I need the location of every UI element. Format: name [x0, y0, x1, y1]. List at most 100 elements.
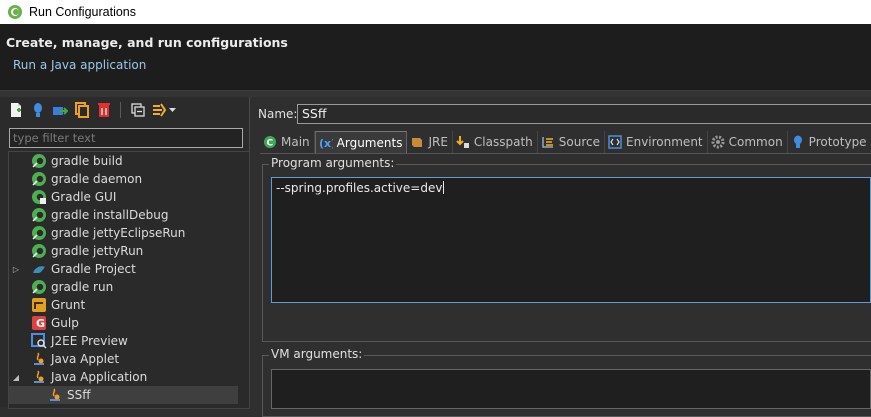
toolbar-separator	[120, 102, 121, 118]
gradle-icon	[32, 154, 46, 168]
tree-item-gradle-jettyeclipserun[interactable]: gradle jettyEclipseRun	[31, 224, 249, 242]
tree-item-gradle-build[interactable]: gradle build	[31, 152, 249, 170]
prototype-tab-icon	[793, 135, 802, 148]
tab-label: Classpath	[473, 135, 533, 149]
vm-arguments-textarea[interactable]	[271, 369, 871, 409]
tree-item-gradle-installdebug[interactable]: gradle installDebug	[31, 206, 249, 224]
delete-icon	[97, 103, 110, 117]
tree-item-grunt[interactable]: Grunt	[31, 296, 249, 314]
tab-label: Prototype	[808, 135, 867, 149]
program-arguments-text: --spring.profiles.active=dev	[276, 181, 445, 195]
tab-prototype[interactable]: Prototype	[788, 131, 871, 153]
expand-arrow-icon[interactable]: ▷	[11, 265, 21, 274]
tab-label: Environment	[626, 135, 703, 149]
text-caret	[443, 181, 445, 194]
tab-label: Main	[281, 135, 310, 149]
tree-item-gradle-daemon[interactable]: gradle daemon	[31, 170, 249, 188]
tab-environment[interactable]: Environment	[605, 131, 708, 153]
vm-arguments-label: VM arguments:	[269, 347, 365, 361]
tree-item-label: gradle run	[51, 280, 114, 294]
java-application-icon	[34, 370, 44, 383]
classpath-tab-icon	[456, 136, 469, 148]
tree-item-label: Java Application	[51, 370, 148, 384]
tree-item-label: SSff	[67, 388, 91, 402]
tree-item-j2ee-preview[interactable]: J2EE Preview	[31, 332, 249, 350]
tab-classpath[interactable]: Classpath	[453, 131, 538, 153]
program-arguments-label: Program arguments:	[269, 156, 397, 170]
tab-label: Common	[728, 135, 783, 149]
gradle-gui-icon	[32, 190, 46, 204]
window-title-bar: Run Configurations	[0, 0, 871, 24]
dialog-header: Create, manage, and run configurations R…	[0, 24, 871, 90]
gradle-icon	[32, 280, 46, 294]
j2ee-preview-icon	[31, 333, 47, 349]
header-divider	[0, 90, 871, 97]
svg-text:G: G	[36, 317, 45, 330]
java-applet-icon	[34, 352, 44, 365]
collapse-all-icon	[130, 103, 145, 117]
gradle-icon	[32, 226, 46, 240]
gradle-project-icon	[33, 266, 45, 273]
tree-item-label: gradle jettyEclipseRun	[51, 226, 186, 240]
java-application-icon	[50, 388, 60, 401]
new-launch-icon	[10, 103, 21, 117]
new-configuration-button[interactable]	[6, 101, 25, 120]
delete-configuration-button[interactable]	[94, 101, 113, 120]
tree-item-ssff[interactable]: SSff	[9, 386, 238, 404]
tree-item-gradle-gui[interactable]: Gradle GUI	[31, 188, 249, 206]
tree-item-gradle-run[interactable]: gradle run	[31, 278, 249, 296]
tab-arguments[interactable]: (x)= Arguments	[314, 131, 408, 153]
duplicate-icon	[74, 102, 89, 118]
tree-item-label: gradle daemon	[51, 172, 143, 186]
source-tab-icon	[542, 137, 553, 148]
configuration-list-pane: type filter text gradle build gradle dae…	[0, 97, 250, 409]
tree-item-java-applet[interactable]: Java Applet	[31, 350, 249, 368]
tree-item-label: Java Applet	[51, 352, 120, 366]
export-configuration-button[interactable]	[50, 101, 69, 120]
arguments-tab-icon: (x)=	[319, 137, 333, 150]
tab-main[interactable]: C Main	[260, 131, 315, 153]
tab-label: Arguments	[336, 135, 403, 150]
export-icon	[52, 107, 68, 115]
filter-input[interactable]: type filter text	[9, 128, 243, 148]
gradle-icon	[32, 208, 46, 222]
tree-item-label: J2EE Preview	[51, 334, 128, 348]
configuration-tabs: C Main (x)= Arguments JRE Classpath Sour…	[260, 131, 871, 154]
svg-text:(x)=: (x)=	[319, 137, 333, 150]
tree-item-label: gradle installDebug	[51, 208, 169, 222]
tree-item-label: gradle jettyRun	[51, 244, 144, 258]
tree-item-gradle-project[interactable]: ▷ Gradle Project	[11, 260, 241, 278]
main-tab-icon: C	[264, 136, 276, 149]
window-title: Run Configurations	[29, 5, 137, 19]
new-prototype-button[interactable]	[28, 101, 47, 120]
tree-item-java-application[interactable]: ◢ Java Application	[11, 368, 241, 386]
grunt-icon	[32, 298, 46, 312]
tab-common[interactable]: Common	[708, 131, 788, 153]
name-label: Name:	[258, 107, 298, 121]
filter-icon	[153, 103, 176, 117]
tree-item-label: Grunt	[51, 298, 86, 312]
prototype-icon	[33, 103, 42, 117]
tree-item-label: Gulp	[51, 316, 79, 330]
gulp-icon: G	[32, 316, 46, 330]
header-title: Create, manage, and run configurations	[6, 35, 288, 50]
filter-menu-button[interactable]	[150, 101, 178, 120]
program-arguments-value: --spring.profiles.active=dev	[276, 181, 443, 195]
configuration-tree: gradle build gradle daemon Gradle GUI gr…	[8, 151, 250, 409]
tab-source[interactable]: Source	[538, 131, 605, 153]
header-subtitle: Run a Java application	[13, 58, 147, 72]
environment-tab-icon	[608, 135, 622, 149]
svg-text:C: C	[267, 139, 274, 149]
eclipse-spring-icon	[8, 5, 22, 19]
configuration-toolbar	[6, 100, 178, 120]
tree-item-gradle-jettyrun[interactable]: gradle jettyRun	[31, 242, 249, 260]
collapse-arrow-icon[interactable]: ◢	[11, 373, 21, 382]
tree-item-label: Gradle Project	[51, 262, 136, 276]
name-field[interactable]: SSff	[297, 104, 871, 124]
tab-jre[interactable]: JRE	[407, 131, 453, 153]
program-arguments-textarea[interactable]: --spring.profiles.active=dev	[271, 177, 871, 303]
duplicate-configuration-button[interactable]	[72, 101, 91, 120]
collapse-all-button[interactable]	[128, 101, 147, 120]
tree-item-gulp[interactable]: G Gulp	[31, 314, 249, 332]
tab-label: JRE	[428, 135, 448, 149]
